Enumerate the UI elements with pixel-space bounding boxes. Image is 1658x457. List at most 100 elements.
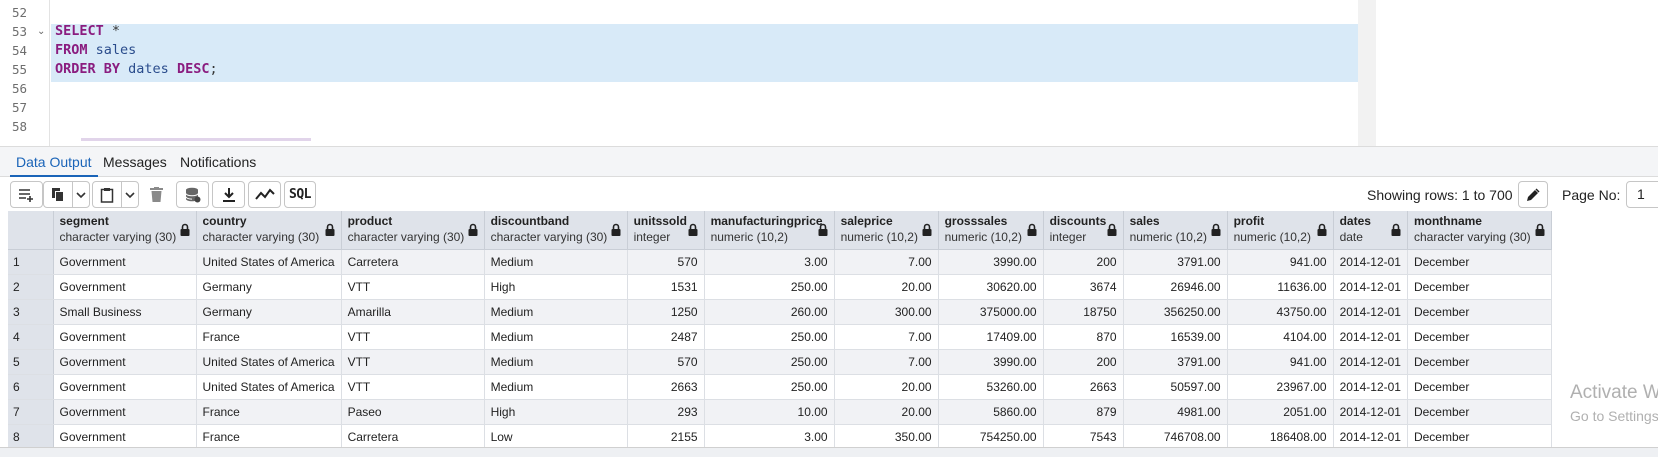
cell-product[interactable]: Amarilla <box>341 299 485 325</box>
cell-manufacturingprice[interactable]: 3.00 <box>704 249 835 275</box>
cell-monthname[interactable]: December <box>1407 274 1552 300</box>
cell-sales[interactable]: 16539.00 <box>1123 324 1228 350</box>
cell-country[interactable]: United States of America <box>196 374 342 400</box>
column-header-unitssold[interactable]: unitssold integer <box>627 211 705 250</box>
cell-discounts[interactable]: 7543 <box>1043 424 1124 447</box>
cell-country[interactable]: Germany <box>196 299 342 325</box>
cell-unitssold[interactable]: 1531 <box>627 274 705 300</box>
cell-discountband[interactable]: High <box>484 399 628 425</box>
column-header-segment[interactable]: segment character varying (30) <box>53 211 197 250</box>
cell-manufacturingprice[interactable]: 3.00 <box>704 424 835 447</box>
cell-profit[interactable]: 43750.00 <box>1227 299 1334 325</box>
cell-unitssold[interactable]: 2487 <box>627 324 705 350</box>
cell-sales[interactable]: 26946.00 <box>1123 274 1228 300</box>
cell-saleprice[interactable]: 7.00 <box>834 324 939 350</box>
cell-country[interactable]: France <box>196 399 342 425</box>
cell-discounts[interactable]: 18750 <box>1043 299 1124 325</box>
cell-grosssales[interactable]: 17409.00 <box>938 324 1044 350</box>
cell-segment[interactable]: Government <box>53 249 197 275</box>
cell-grosssales[interactable]: 375000.00 <box>938 299 1044 325</box>
cell-grosssales[interactable]: 754250.00 <box>938 424 1044 447</box>
save-data-button[interactable] <box>176 181 209 208</box>
cell-profit[interactable]: 2051.00 <box>1227 399 1334 425</box>
table-row[interactable]: 6 Government United States of America VTT Me… <box>8 374 1552 400</box>
cell-saleprice[interactable]: 7.00 <box>834 349 939 375</box>
row-number[interactable]: 7 <box>8 399 54 425</box>
cell-profit[interactable]: 941.00 <box>1227 349 1334 375</box>
cell-country[interactable]: United States of America <box>196 349 342 375</box>
tab-notifications[interactable]: Notifications <box>174 147 262 177</box>
cell-dates[interactable]: 2014-12-01 <box>1333 249 1408 275</box>
cell-grosssales[interactable]: 3990.00 <box>938 249 1044 275</box>
cell-sales[interactable]: 746708.00 <box>1123 424 1228 447</box>
edit-rows-button[interactable] <box>1518 181 1548 208</box>
cell-manufacturingprice[interactable]: 250.00 <box>704 349 835 375</box>
cell-saleprice[interactable]: 20.00 <box>834 374 939 400</box>
code-area[interactable]: SELECT * FROM sales ORDER BY dates DESC; <box>51 0 1358 146</box>
column-header-discountband[interactable]: discountband character varying (30) <box>484 211 628 250</box>
row-number[interactable]: 4 <box>8 324 54 350</box>
cell-product[interactable]: VTT <box>341 374 485 400</box>
cell-unitssold[interactable]: 2155 <box>627 424 705 447</box>
column-header-product[interactable]: product character varying (30) <box>341 211 485 250</box>
cell-monthname[interactable]: December <box>1407 374 1552 400</box>
delete-button[interactable] <box>144 182 168 207</box>
column-header-saleprice[interactable]: saleprice numeric (10,2) <box>834 211 939 250</box>
cell-segment[interactable]: Small Business <box>53 299 197 325</box>
cell-monthname[interactable]: December <box>1407 399 1552 425</box>
column-header-dates[interactable]: dates date <box>1333 211 1408 250</box>
cell-manufacturingprice[interactable]: 250.00 <box>704 274 835 300</box>
add-row-button[interactable] <box>10 181 43 208</box>
cell-product[interactable]: Paseo <box>341 399 485 425</box>
cell-manufacturingprice[interactable]: 250.00 <box>704 324 835 350</box>
column-header-discounts[interactable]: discounts integer <box>1043 211 1124 250</box>
cell-product[interactable]: VTT <box>341 349 485 375</box>
cell-discounts[interactable]: 2663 <box>1043 374 1124 400</box>
cell-discountband[interactable]: Medium <box>484 349 628 375</box>
cell-country[interactable]: France <box>196 324 342 350</box>
cell-discounts[interactable]: 879 <box>1043 399 1124 425</box>
cell-dates[interactable]: 2014-12-01 <box>1333 299 1408 325</box>
cell-discountband[interactable]: Medium <box>484 324 628 350</box>
cell-manufacturingprice[interactable]: 250.00 <box>704 374 835 400</box>
cell-segment[interactable]: Government <box>53 374 197 400</box>
table-row[interactable]: 4 Government France VTT Medium 2487 250.00 7.00… <box>8 324 1552 350</box>
table-row[interactable]: 1 Government United States of America Carre… <box>8 249 1552 275</box>
table-row[interactable]: 7 Government France Paseo High 293 10.00 20.00 5… <box>8 399 1552 425</box>
cell-country[interactable]: United States of America <box>196 249 342 275</box>
row-number[interactable]: 8 <box>8 424 54 447</box>
cell-grosssales[interactable]: 30620.00 <box>938 274 1044 300</box>
cell-discounts[interactable]: 200 <box>1043 349 1124 375</box>
cell-dates[interactable]: 2014-12-01 <box>1333 324 1408 350</box>
cell-sales[interactable]: 3791.00 <box>1123 249 1228 275</box>
cell-saleprice[interactable]: 20.00 <box>834 274 939 300</box>
cell-monthname[interactable]: December <box>1407 349 1552 375</box>
table-row[interactable]: 8 Government France Carretera Low 2155 3.00 350… <box>8 424 1552 447</box>
cell-profit[interactable]: 4104.00 <box>1227 324 1334 350</box>
table-row[interactable]: 2 Government Germany VTT High 1531 250.00 20.00… <box>8 274 1552 300</box>
cell-product[interactable]: VTT <box>341 324 485 350</box>
row-number[interactable]: 3 <box>8 299 54 325</box>
cell-discountband[interactable]: Low <box>484 424 628 447</box>
cell-sales[interactable]: 4981.00 <box>1123 399 1228 425</box>
editor-scrollbar[interactable] <box>1358 0 1376 146</box>
tab-messages[interactable]: Messages <box>97 147 173 177</box>
sql-button[interactable]: SQL <box>284 181 316 208</box>
cell-saleprice[interactable]: 350.00 <box>834 424 939 447</box>
cell-discountband[interactable]: Medium <box>484 374 628 400</box>
cell-profit[interactable]: 23967.00 <box>1227 374 1334 400</box>
cell-discounts[interactable]: 870 <box>1043 324 1124 350</box>
cell-segment[interactable]: Government <box>53 424 197 447</box>
tab-data-output[interactable]: Data Output <box>10 147 98 177</box>
cell-profit[interactable]: 11636.00 <box>1227 274 1334 300</box>
cell-monthname[interactable]: December <box>1407 324 1552 350</box>
page-number-input[interactable]: 1 <box>1626 181 1658 208</box>
cell-monthname[interactable]: December <box>1407 299 1552 325</box>
cell-product[interactable]: VTT <box>341 274 485 300</box>
cell-discountband[interactable]: Medium <box>484 249 628 275</box>
cell-dates[interactable]: 2014-12-01 <box>1333 424 1408 447</box>
copy-button[interactable] <box>44 182 72 207</box>
row-number[interactable]: 2 <box>8 274 54 300</box>
cell-segment[interactable]: Government <box>53 274 197 300</box>
cell-saleprice[interactable]: 7.00 <box>834 249 939 275</box>
